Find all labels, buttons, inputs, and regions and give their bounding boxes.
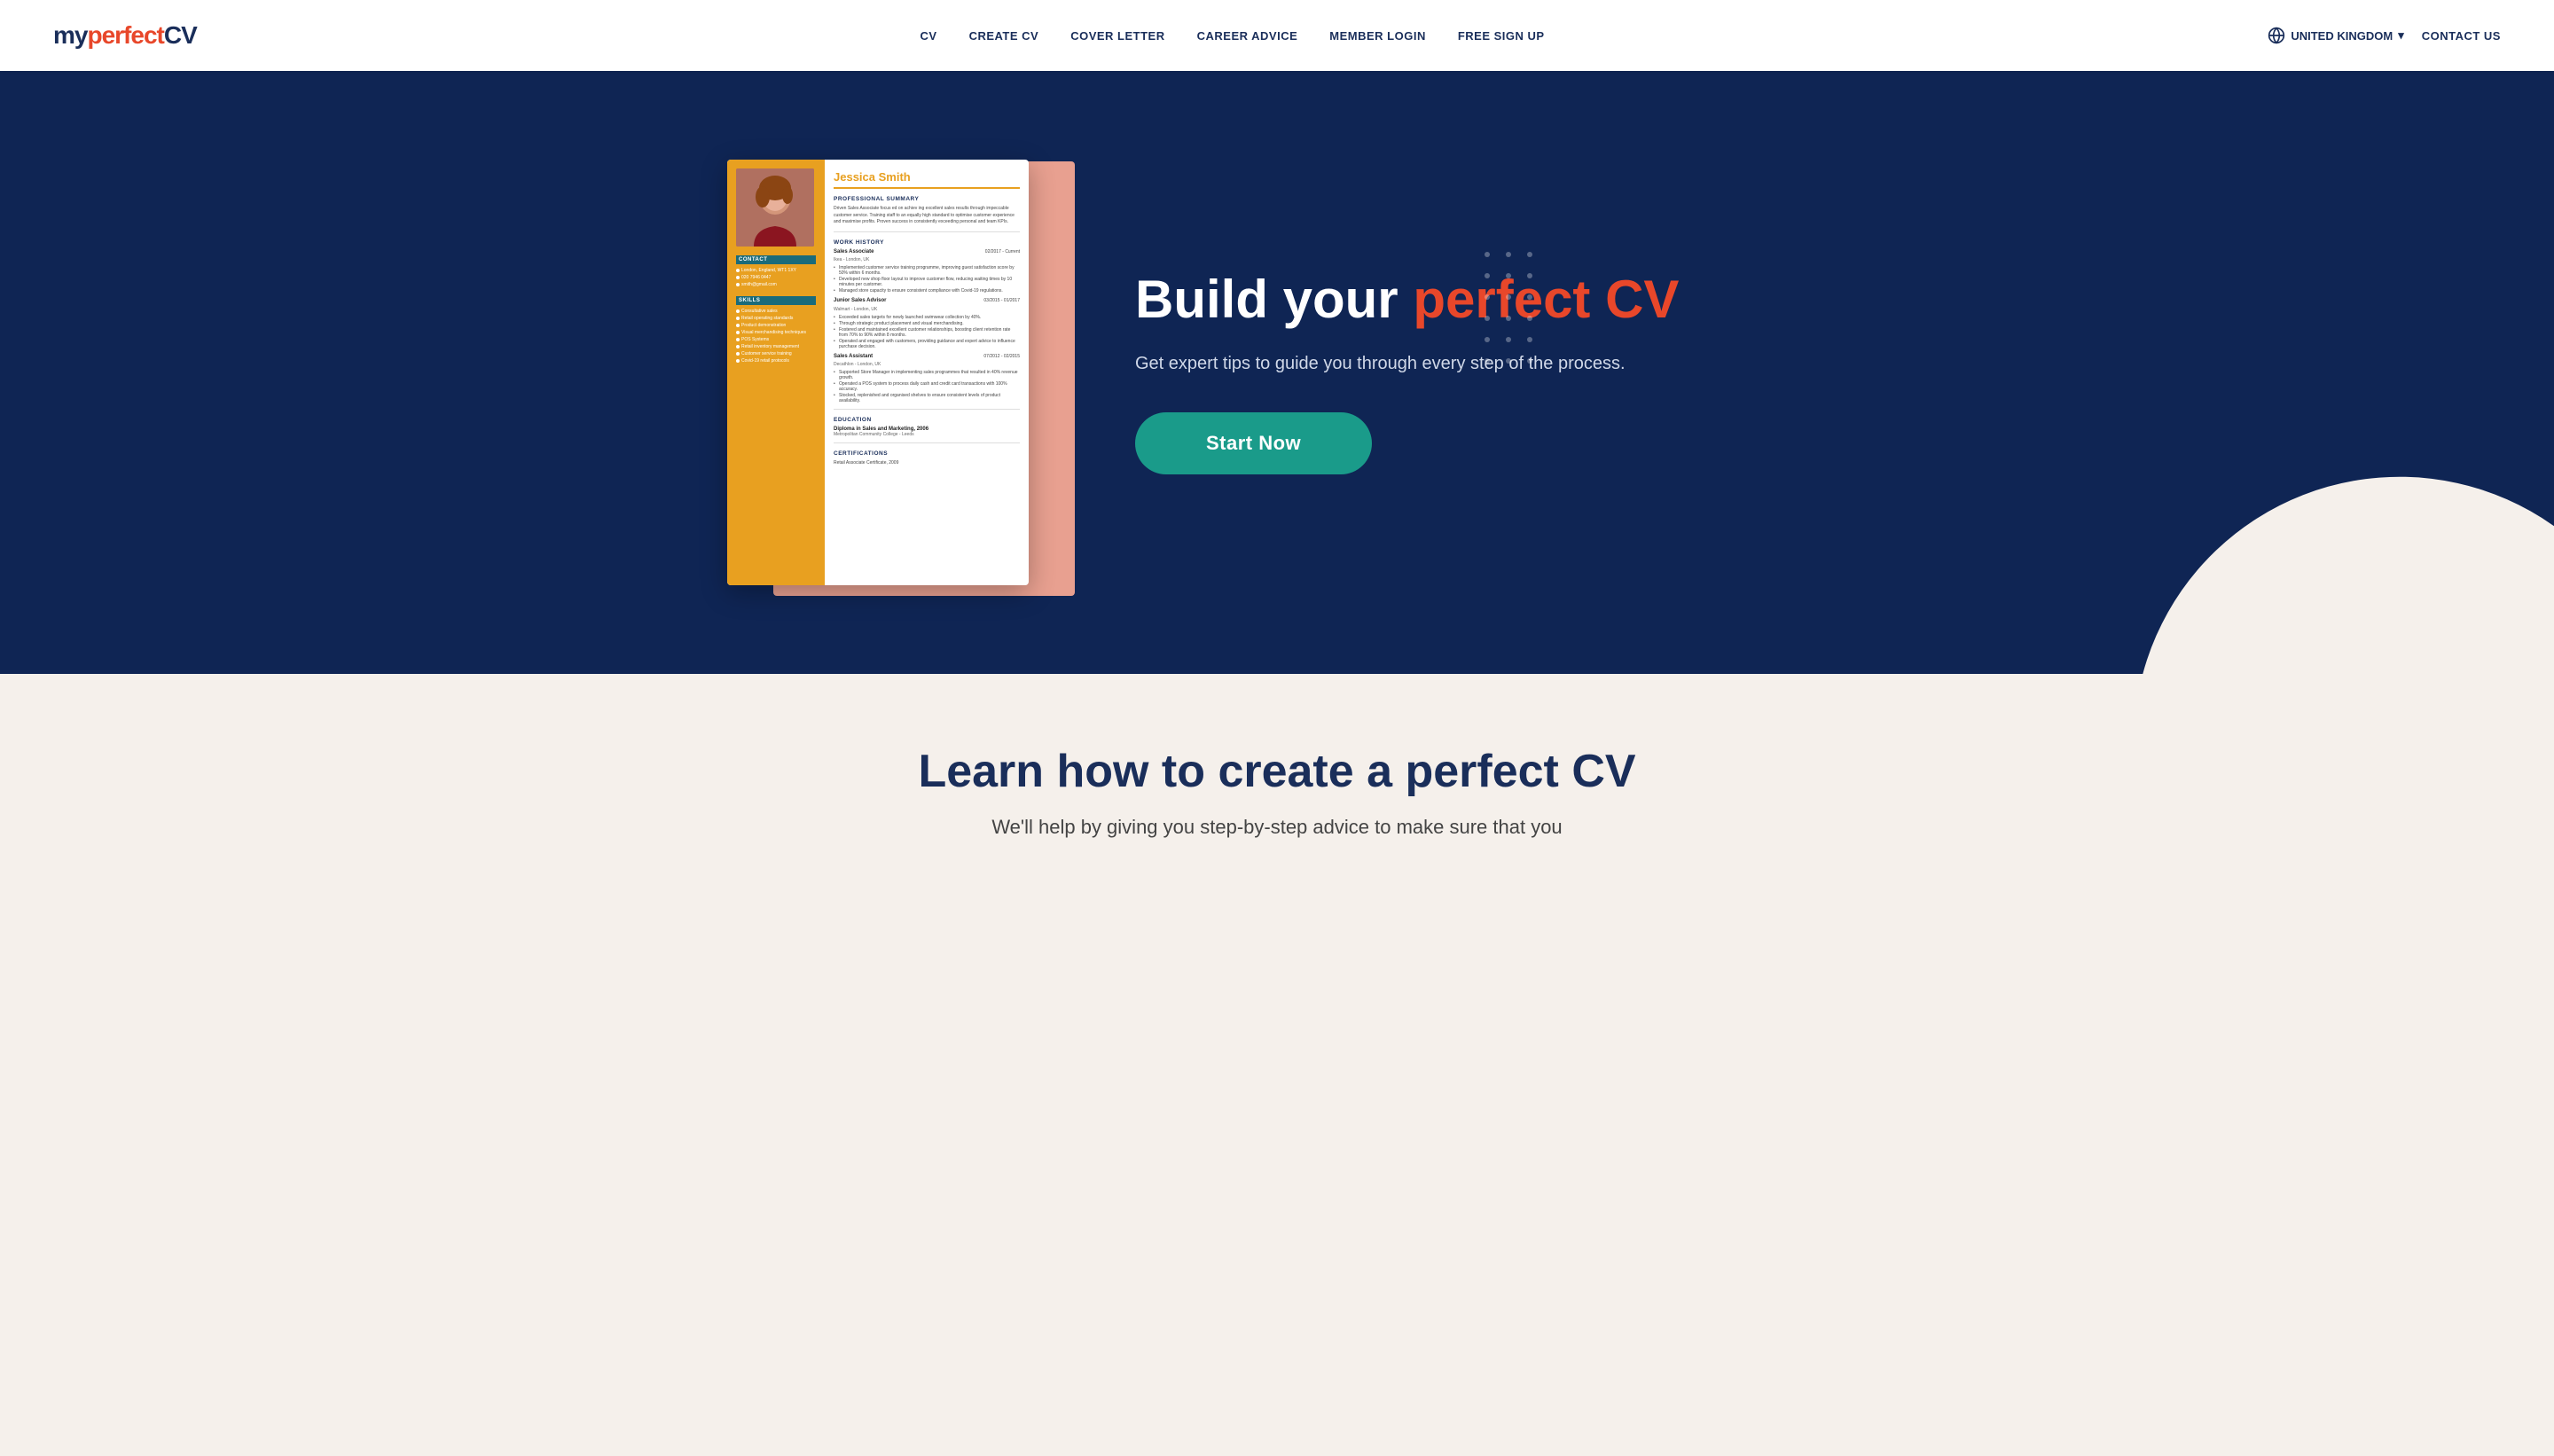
- cv-work-history-title: WORK HISTORY: [834, 239, 1020, 246]
- cv-divider-2: [834, 409, 1020, 410]
- cv-job1-title: Sales Associate: [834, 249, 874, 258]
- cv-skills-title: SKILLS: [736, 296, 816, 305]
- cv-edu-school: Metropolitan Community College - Leeds: [834, 432, 1020, 437]
- bottom-title: Learn how to create a perfect CV: [53, 745, 2501, 798]
- cv-job-2: Junior Sales Advisor 03/2015 - 01/2017 W…: [834, 298, 1020, 349]
- cv-sidebar-contact: CONTACT London, England, WT1 1XY 020 794…: [736, 255, 816, 287]
- cv-photo-svg: [736, 168, 814, 247]
- cv-preview-wrapper: CONTACT London, England, WT1 1XY 020 794…: [727, 160, 1064, 585]
- cv-divider-1: [834, 231, 1020, 232]
- bottom-section: Learn how to create a perfect CV We'll h…: [0, 674, 2554, 874]
- cv-divider-3: [834, 442, 1020, 443]
- logo-my: my: [53, 21, 87, 49]
- cv-card: CONTACT London, England, WT1 1XY 020 794…: [727, 160, 1029, 585]
- dots-pattern: [1485, 252, 1532, 364]
- hero-text: Build your perfect CV Get expert tips to…: [1135, 270, 1827, 474]
- hero-subtext: Get expert tips to guide you through eve…: [1135, 350, 1667, 377]
- header-right: UNITED KINGDOM ▾ CONTACT US: [2268, 27, 2501, 44]
- cv-job1-company: Ikea - London, UK: [834, 257, 1020, 262]
- region-label: UNITED KINGDOM: [2291, 29, 2393, 43]
- hero-content: CONTACT London, England, WT1 1XY 020 794…: [656, 106, 1898, 638]
- cv-education-title: EDUCATION: [834, 417, 1020, 423]
- cv-cert-1: Retail Associate Certificate, 2009: [834, 460, 1020, 467]
- cv-certifications-title: CERTIFICATIONS: [834, 450, 1020, 457]
- cv-name: Jessica Smith: [834, 170, 1020, 189]
- cv-address: London, England, WT1 1XY: [736, 268, 816, 273]
- cv-phone: 020 7946 0447: [736, 275, 816, 280]
- cv-job3-date: 07/2012 - 02/2015: [983, 354, 1020, 361]
- cv-job3-title: Sales Assistant: [834, 354, 873, 363]
- cv-contact-title: CONTACT: [736, 255, 816, 264]
- cv-job1-date: 02/2017 - Current: [985, 249, 1020, 256]
- cv-job-3: Sales Assistant 07/2012 - 02/2015 Decath…: [834, 354, 1020, 404]
- bottom-subtitle: We'll help by giving you step-by-step ad…: [967, 816, 1587, 839]
- nav-member-login[interactable]: MEMBER LOGIN: [1329, 29, 1426, 43]
- cv-job2-company: Walmart - London, UK: [834, 307, 1020, 312]
- logo[interactable]: myperfectCV: [53, 21, 197, 50]
- nav-cover-letter[interactable]: COVER LETTER: [1070, 29, 1164, 43]
- cv-photo: [736, 168, 814, 247]
- header: myperfectCV CV CREATE CV COVER LETTER CA…: [0, 0, 2554, 71]
- cv-job2-title: Junior Sales Advisor: [834, 298, 886, 307]
- logo-perfect: perfect: [87, 21, 163, 49]
- cv-sidebar: CONTACT London, England, WT1 1XY 020 794…: [727, 160, 825, 585]
- cv-job2-date: 03/2015 - 01/2017: [983, 298, 1020, 305]
- main-nav: CV CREATE CV COVER LETTER CAREER ADVICE …: [921, 29, 1545, 43]
- hero-headline-red: perfect CV: [1413, 270, 1679, 329]
- cv-pro-summary-title: PROFESSIONAL SUMMARY: [834, 196, 1020, 202]
- cv-job3-company: Decathlon - London, UK: [834, 362, 1020, 367]
- region-selector[interactable]: UNITED KINGDOM ▾: [2268, 27, 2403, 44]
- start-now-button[interactable]: Start Now: [1135, 412, 1372, 474]
- hero-headline: Build your perfect CV: [1135, 270, 1827, 329]
- region-caret: ▾: [2398, 28, 2404, 43]
- cv-email: smith@gmail.com: [736, 282, 816, 287]
- hero-headline-white: Build your: [1135, 270, 1413, 329]
- logo-cv: CV: [164, 21, 197, 49]
- globe-icon: [2268, 27, 2285, 44]
- contact-us-button[interactable]: CONTACT US: [2422, 29, 2501, 43]
- cv-main: Jessica Smith PROFESSIONAL SUMMARY Drive…: [825, 160, 1029, 585]
- cv-sidebar-skills: SKILLS Consultative sales Retail operati…: [736, 296, 816, 364]
- nav-free-sign-up[interactable]: FREE SIGN UP: [1458, 29, 1545, 43]
- nav-create-cv[interactable]: CREATE CV: [969, 29, 1039, 43]
- cv-job-1: Sales Associate 02/2017 - Current Ikea -…: [834, 249, 1020, 294]
- hero-section: CONTACT London, England, WT1 1XY 020 794…: [0, 71, 2554, 674]
- nav-career-advice[interactable]: CAREER ADVICE: [1197, 29, 1298, 43]
- nav-cv[interactable]: CV: [921, 29, 937, 43]
- cv-pro-summary-text: Driven Sales Associate focus ed on achie…: [834, 206, 1020, 226]
